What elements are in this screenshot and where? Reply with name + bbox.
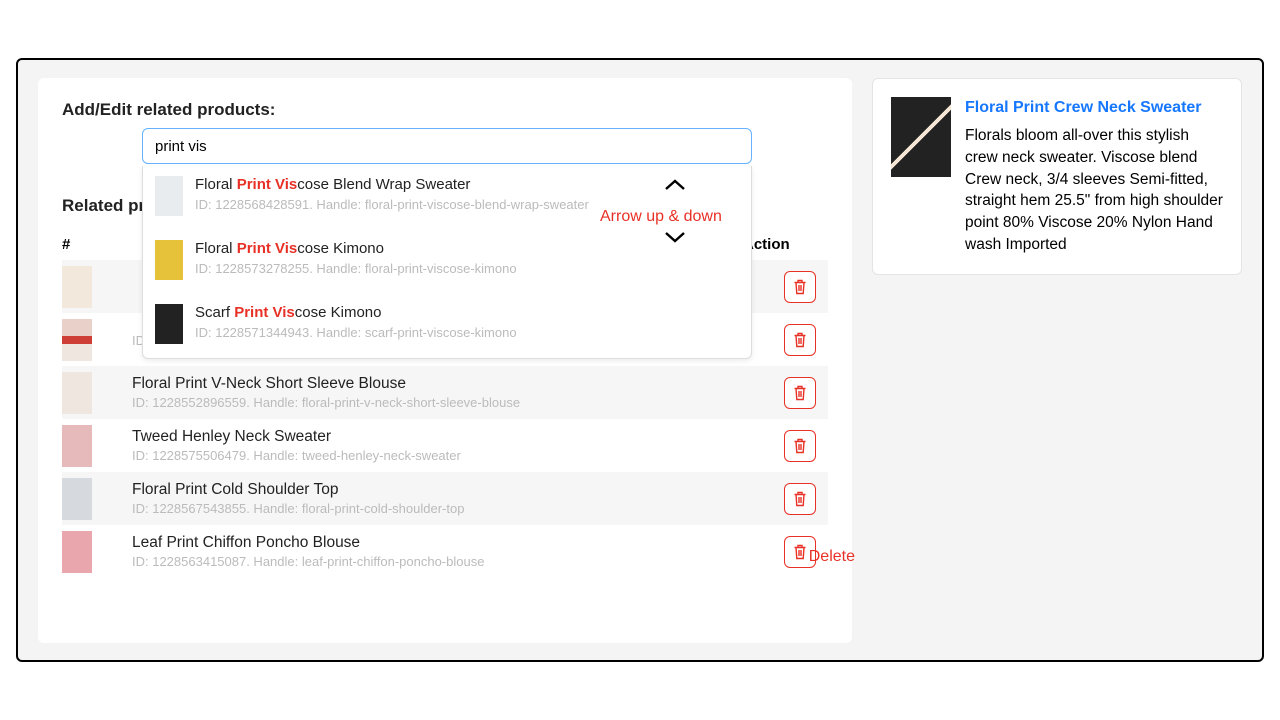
table-row: Floral Print Cold Shoulder Top ID: 12285… <box>62 472 828 525</box>
product-search-input[interactable] <box>142 128 752 164</box>
chevron-down-icon <box>663 230 687 249</box>
column-header-number: # <box>62 236 70 253</box>
trash-icon <box>793 279 807 295</box>
product-thumb <box>155 304 183 344</box>
chevron-up-icon <box>663 178 687 197</box>
product-thumb <box>155 176 183 216</box>
search-dropdown: Floral Print Viscose Blend Wrap Sweater … <box>142 166 752 359</box>
row-body: Tweed Henley Neck Sweater ID: 1228575506… <box>132 428 784 463</box>
product-thumb <box>155 240 183 280</box>
product-thumb <box>62 266 92 308</box>
search-wrap: Floral Print Viscose Blend Wrap Sweater … <box>142 128 752 164</box>
row-body: Floral Print Cold Shoulder Top ID: 12285… <box>132 481 784 516</box>
delete-button[interactable] <box>784 377 816 409</box>
dropdown-text: Scarf Print Viscose Kimono ID: 122857134… <box>195 304 517 341</box>
trash-icon <box>793 332 807 348</box>
annotation-arrow-text: Arrow up & down <box>600 208 722 226</box>
table-row: Tweed Henley Neck Sweater ID: 1228575506… <box>62 419 828 472</box>
trash-icon <box>793 491 807 507</box>
table-row: Leaf Print Chiffon Poncho Blouse ID: 122… <box>62 525 828 578</box>
app-frame: Add/Edit related products: Floral Print … <box>16 58 1264 662</box>
product-preview-copy: Floral Print Crew Neck Sweater Florals b… <box>965 97 1223 256</box>
delete-button[interactable] <box>784 483 816 515</box>
product-thumb <box>62 531 92 573</box>
dropdown-item[interactable]: Floral Print Viscose Kimono ID: 12285732… <box>143 230 751 294</box>
trash-icon <box>793 544 807 560</box>
table-row: Floral Print V-Neck Short Sleeve Blouse … <box>62 366 828 419</box>
row-body: Floral Print V-Neck Short Sleeve Blouse … <box>132 375 784 410</box>
panel-heading: Add/Edit related products: <box>62 100 828 120</box>
trash-icon <box>793 438 807 454</box>
product-preview-description: Florals bloom all-over this stylish crew… <box>965 125 1223 255</box>
trash-icon <box>793 385 807 401</box>
product-thumb <box>62 319 92 361</box>
product-preview-panel: Floral Print Crew Neck Sweater Florals b… <box>872 78 1242 275</box>
product-thumb <box>62 372 92 414</box>
product-thumb <box>62 478 92 520</box>
product-preview-image <box>891 97 951 177</box>
delete-button[interactable] <box>784 430 816 462</box>
dropdown-text: Floral Print Viscose Blend Wrap Sweater … <box>195 176 589 213</box>
delete-button[interactable] <box>784 271 816 303</box>
related-products-panel: Add/Edit related products: Floral Print … <box>38 78 852 643</box>
product-preview-title[interactable]: Floral Print Crew Neck Sweater <box>965 97 1223 119</box>
dropdown-text: Floral Print Viscose Kimono ID: 12285732… <box>195 240 517 277</box>
product-thumb <box>62 425 92 467</box>
dropdown-item[interactable]: Scarf Print Viscose Kimono ID: 122857134… <box>143 294 751 358</box>
delete-button[interactable] <box>784 324 816 356</box>
row-body: Leaf Print Chiffon Poncho Blouse ID: 122… <box>132 534 784 569</box>
annotation-delete-text: Delete <box>809 548 855 566</box>
